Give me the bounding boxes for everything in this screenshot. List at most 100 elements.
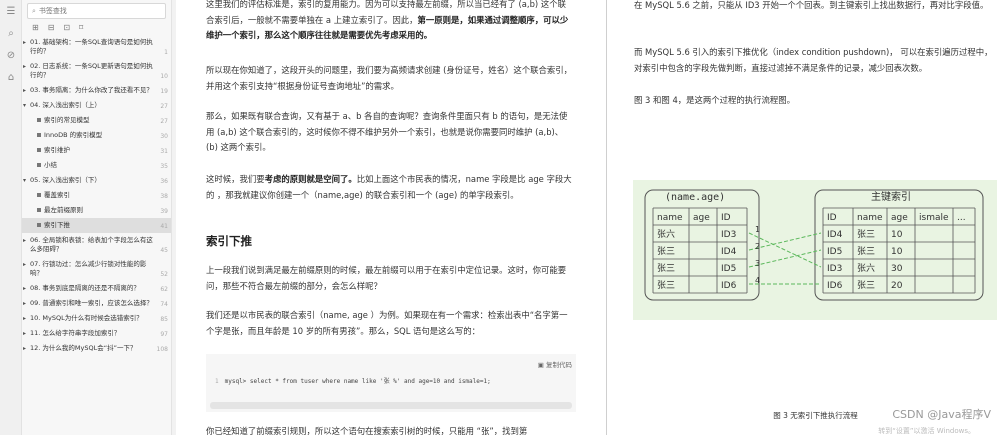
chevron-right-icon[interactable]: ▸ xyxy=(23,62,26,71)
chevron-right-icon[interactable]: ▸ xyxy=(23,284,26,293)
toc-page-number: 31 xyxy=(160,148,168,155)
bookmark-dot-icon xyxy=(37,208,41,212)
toc-item[interactable]: ▸ 09. 普通索引和唯一索引，应该怎么选择？ 74 xyxy=(22,296,171,311)
chevron-right-icon[interactable]: ▸ xyxy=(23,86,26,95)
toc-item[interactable]: ▸ 12. 为什么我的MySQL会“抖”一下？ 108 xyxy=(22,341,171,356)
toc-item[interactable]: ▸ 08. 事务到底是隔离的还是不隔离的？ 62 xyxy=(22,281,171,296)
paragraph-prefix-rule: 你已经知道了前缀索引规则，所以这个语句在搜索索引树的时候，只能用 “张”，找到第 xyxy=(206,426,528,435)
chevron-right-icon[interactable]: ▸ xyxy=(23,38,26,47)
toc-item[interactable]: ▸ 02. 日志系统：一条SQL更新语句是如何执行的？ 10 xyxy=(22,59,171,83)
toc-subitem[interactable]: 索引维护 31 xyxy=(22,143,171,158)
toc-label: InnoDB 的索引模型 xyxy=(44,131,103,139)
primary-index-title: 主键索引 xyxy=(871,190,911,203)
toc-label: 覆盖索引 xyxy=(44,191,70,199)
paragraph-bold: 考虑的原则就是空间了。 xyxy=(264,174,357,184)
toc-label: 小结 xyxy=(44,161,57,169)
toc-item[interactable]: ▸ 06. 全局锁和表锁：给表加个字段怎么有这么多阻碍？ 45 xyxy=(22,233,171,257)
right-cell: 10 xyxy=(891,230,903,240)
copy-code-button[interactable]: ▣ 复制代码 xyxy=(538,359,572,369)
code-line: 1 mysql> select * from tuser where name l… xyxy=(215,376,491,385)
right-header: ... xyxy=(957,213,966,223)
stamp-icon[interactable]: ⌂ xyxy=(0,68,22,88)
icon-rail: ☰ ⌕ ⊘ ⌂ xyxy=(0,0,22,435)
code-scrollbar[interactable] xyxy=(210,402,572,409)
chevron-right-icon[interactable]: ▸ xyxy=(23,329,26,338)
chevron-right-icon[interactable]: ▸ xyxy=(23,236,26,245)
toc-label: 索引维护 xyxy=(44,146,70,154)
windows-activation-watermark: 转到“设置”以激活 Windows。 xyxy=(878,427,975,435)
right-cell: ID6 xyxy=(827,281,843,291)
left-index-title: (name.age) xyxy=(665,192,725,203)
paragraph-figure-intro: 图 3 和图 4，是这两个过程的执行流程图。 xyxy=(634,95,796,105)
right-cell: ID3 xyxy=(827,264,842,274)
paragraph-before-56: 在 MySQL 5.6 之前，只能从 ID3 开始一个个回表。到主键索引上找出数… xyxy=(634,0,989,10)
toc-item[interactable]: ▾ 04. 深入浅出索引（上） 27 xyxy=(22,98,171,113)
bookmark-dot-icon xyxy=(37,133,41,137)
toc-subitem[interactable]: 小结 35 xyxy=(22,158,171,173)
toc-page-number: 30 xyxy=(160,133,168,140)
chevron-right-icon[interactable]: ▸ xyxy=(23,314,26,323)
toc-page-number: 97 xyxy=(160,331,168,338)
arrow-step-number: 2 xyxy=(755,242,760,251)
search-icon[interactable]: ⌕ xyxy=(0,24,22,44)
left-cell: 张六 xyxy=(657,228,675,240)
document-page-right: 在 MySQL 5.6 之前，只能从 ID3 开始一个个回表。到主键索引上找出数… xyxy=(626,0,1005,435)
left-cell: ID5 xyxy=(721,264,736,274)
chevron-right-icon[interactable]: ▸ xyxy=(23,344,26,353)
chevron-down-icon[interactable]: ▾ xyxy=(23,101,26,110)
left-cell: ID3 xyxy=(721,230,736,240)
document-page-left: 这里我们的评估标准是，索引的复用能力。因为可以支持最左前缀，所以当已经有了 (a… xyxy=(176,0,596,435)
toc-page-number: 41 xyxy=(160,223,168,230)
toc-page-number: 39 xyxy=(160,208,168,215)
right-cell: 张三 xyxy=(857,280,875,291)
bookmark-search[interactable]: ⌕ xyxy=(27,3,166,19)
left-header: age xyxy=(693,213,710,223)
toc-item[interactable]: ▸ 10. MySQL为什么有时候会选错索引？ 85 xyxy=(22,311,171,326)
toc-label: 12. 为什么我的MySQL会“抖”一下？ xyxy=(30,344,137,352)
toc-label: 04. 深入浅出索引（上） xyxy=(30,101,101,109)
toc-page-number: 27 xyxy=(160,118,168,125)
left-cell: ID4 xyxy=(721,247,737,257)
right-cell: ID4 xyxy=(827,230,843,240)
bookmark-icon[interactable]: ⌑ xyxy=(79,23,83,32)
toc-subitem[interactable]: 最左前缀原则 39 xyxy=(22,203,171,218)
toc-item[interactable]: ▸ 11. 怎么给字符串字段加索引？ 97 xyxy=(22,326,171,341)
toc-subitem[interactable]: InnoDB 的索引模型 30 xyxy=(22,128,171,143)
toc-page-number: 108 xyxy=(156,346,168,353)
toc-page-number: 62 xyxy=(160,286,168,293)
link-icon[interactable]: ⊘ xyxy=(0,46,22,66)
toc-item[interactable]: ▸ 07. 行锁功过：怎么减少行锁对性能的影响？ 52 xyxy=(22,257,171,281)
toc-label: 索引下推 xyxy=(44,221,70,229)
page-gap xyxy=(596,0,626,435)
left-cell: 张三 xyxy=(657,263,675,274)
expand-all-icon[interactable]: ⊞ xyxy=(32,23,39,32)
collapse-all-icon[interactable]: ⊟ xyxy=(48,23,55,32)
toc-page-number: 35 xyxy=(160,163,168,170)
chevron-down-icon[interactable]: ▾ xyxy=(23,176,26,185)
toc-item[interactable]: ▸ 01. 基础架构：一条SQL查询语句是如何执行的？ 1 xyxy=(22,35,171,59)
bookmark-search-input[interactable] xyxy=(38,7,149,15)
bookmark-toolbar: ⊞ ⊟ ⊡ ⌑ xyxy=(22,21,171,35)
toc-page-number: 1 xyxy=(164,49,168,56)
add-bookmark-icon[interactable]: ⊡ xyxy=(63,23,70,32)
toc-item[interactable]: ▸ 03. 事务隔离：为什么你改了我还看不见？ 19 xyxy=(22,83,171,98)
toc-page-number: 19 xyxy=(160,88,168,95)
toc-label: 11. 怎么给字符串字段加索引？ xyxy=(30,329,121,337)
chevron-right-icon[interactable]: ▸ xyxy=(23,260,26,269)
toc-label: 07. 行锁功过：怎么减少行锁对性能的影响？ xyxy=(30,260,147,277)
toc-item[interactable]: ▾ 05. 深入浅出索引（下） 36 xyxy=(22,173,171,188)
toc-page-number: 36 xyxy=(160,178,168,185)
toc-label: 08. 事务到底是隔离的还是不隔离的？ xyxy=(30,284,140,292)
chevron-right-icon[interactable]: ▸ xyxy=(23,299,26,308)
toc-page-number: 52 xyxy=(160,271,168,278)
toc-subitem[interactable]: 索引下推 41 xyxy=(22,218,171,233)
paragraph-two-indexes: 那么，如果既有联合查询，又有基于 a、b 各自的查询呢？查询条件里面只有 b 的… xyxy=(206,111,568,152)
list-icon[interactable]: ☰ xyxy=(0,2,22,22)
toc-label: 10. MySQL为什么有时候会选错索引？ xyxy=(30,314,143,322)
toc-subitem[interactable]: 覆盖索引 38 xyxy=(22,188,171,203)
figure-diagram: (name.age)name age ID张六 ID3张三 ID4张三 ID5张三 ID6主… xyxy=(644,189,984,301)
toc-subitem[interactable]: 索引的常见模型 27 xyxy=(22,113,171,128)
section-heading: 索引下推 xyxy=(206,234,252,248)
toc-page-number: 38 xyxy=(160,193,168,200)
arrow-step-number: 1 xyxy=(755,225,760,234)
